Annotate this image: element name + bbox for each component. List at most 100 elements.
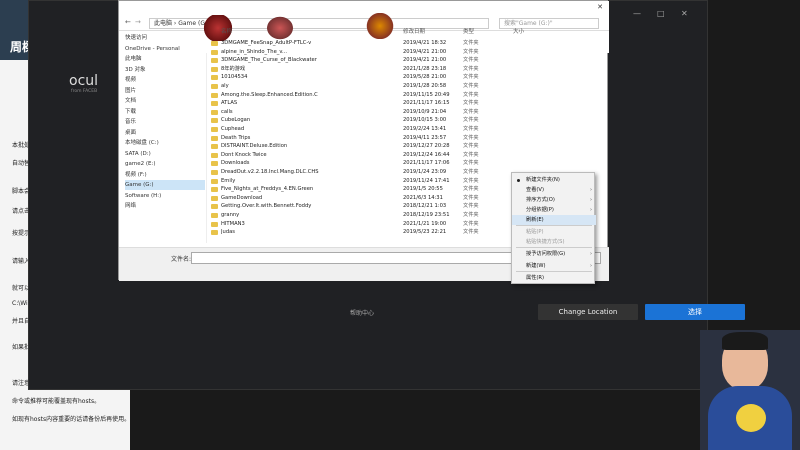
context-menu-item[interactable]: 新建(W) ›	[512, 261, 596, 271]
nav-item[interactable]: 图片	[125, 86, 205, 96]
file-date: 2021/11/17 17:06	[403, 160, 450, 167]
file-row[interactable]: CubeLogan 2019/10/15 3:00 文件夹	[207, 116, 609, 124]
select-button[interactable]: 选择	[645, 304, 745, 320]
file-name: Cuphead	[221, 126, 245, 132]
file-name: HITMAN3	[221, 220, 245, 227]
file-type: 文件夹	[463, 40, 479, 46]
file-date: 2019/12/27 20:28	[403, 143, 450, 150]
nav-item[interactable]: SATA (D:)	[125, 149, 205, 159]
file-name: Getting.Over.It.with.Bennett.Foddy	[221, 203, 312, 210]
folder-icon	[211, 101, 218, 107]
context-menu-label: 属性(R)	[526, 275, 545, 281]
nav-item[interactable]: 快速访问	[125, 33, 205, 43]
back-arrow-icon[interactable]: ←	[125, 18, 131, 26]
file-type: 文件夹	[463, 160, 479, 167]
file-row[interactable]: Downloads 2021/11/17 17:06 文件夹	[207, 159, 609, 167]
change-location-button[interactable]: Change Location	[538, 304, 638, 320]
context-menu-label: 新建文件夹(N)	[526, 177, 560, 183]
context-menu-item[interactable]: 排序方式(O) ›	[512, 195, 596, 205]
nav-item[interactable]: Game (G:)	[125, 180, 205, 190]
column-header: 名称 修改日期 类型 大小	[207, 25, 609, 37]
forward-arrow-icon[interactable]: →	[135, 18, 141, 26]
nav-item[interactable]: 下载	[125, 107, 205, 117]
nav-item[interactable]: 文档	[125, 96, 205, 106]
context-menu-item[interactable]: 刷新(E)	[512, 215, 596, 225]
dialog-close-icon[interactable]: ✕	[597, 3, 603, 11]
file-row[interactable]: ATLAS 2021/11/17 16:15 文件夹	[207, 99, 609, 107]
context-menu-label: 粘贴快捷方式(S)	[526, 239, 565, 245]
file-row[interactable]: 3DMGAME_The_Curse_of_Blackwater 2019/4/21…	[207, 56, 609, 64]
file-name: alpine_in_Shindo_The_v...	[221, 48, 287, 55]
folder-icon	[211, 204, 218, 210]
file-name: Death Trips	[221, 134, 251, 141]
file-name: Emily	[221, 177, 236, 184]
folder-icon	[211, 118, 218, 124]
file-type: 文件夹	[463, 117, 479, 124]
file-row[interactable]: 3DMGAME_FeeSnap_AdultP-FTLC-v 2019/4/21 1…	[207, 39, 609, 47]
nav-item[interactable]: Software (H:)	[125, 191, 205, 201]
document-line: 命令或推荐可能覆盖现有hosts。	[12, 398, 101, 405]
context-menu-item[interactable]: 查看(V) ›	[512, 185, 596, 195]
menu-separator	[516, 271, 592, 272]
menu-separator	[516, 225, 592, 226]
filename-label: 文件名:	[171, 256, 192, 263]
folder-icon	[211, 178, 218, 184]
close-icon[interactable]: ✕	[681, 9, 688, 18]
column-size[interactable]: 大小	[513, 27, 524, 35]
nav-item[interactable]: 3D 对象	[125, 65, 205, 75]
nav-item[interactable]: 视频 (F:)	[125, 170, 205, 180]
folder-icon	[211, 221, 218, 227]
context-menu-item: 粘贴快捷方式(S)	[512, 237, 596, 247]
file-row[interactable]: Death Trips 2019/4/11 23:57 文件夹	[207, 134, 609, 142]
hair	[722, 332, 768, 350]
file-date: 2021/6/3 14:31	[403, 194, 443, 201]
column-date[interactable]: 修改日期	[403, 27, 425, 35]
file-row[interactable]: alpine_in_Shindo_The_v... 2019/4/21 21:00…	[207, 48, 609, 56]
file-date: 2019/4/21 21:00	[403, 57, 447, 64]
help-center-link[interactable]: 帮助中心	[350, 308, 374, 317]
nav-item[interactable]: game2 (E:)	[125, 159, 205, 169]
folder-icon	[211, 58, 218, 64]
file-row[interactable]: Cuphead 2019/2/24 13:41 文件夹	[207, 125, 609, 133]
context-menu-item[interactable]: 分组依据(P) ›	[512, 205, 596, 215]
file-date: 2019/11/24 17:41	[403, 177, 450, 184]
folder-icon	[211, 66, 218, 72]
file-name: Judas	[221, 229, 235, 236]
oculus-sublogo: from FACEB	[71, 89, 98, 94]
file-name: 3DMGAME_FeeSnap_AdultP-FTLC-v	[221, 40, 312, 46]
file-date: 2019/4/11 23:57	[403, 134, 447, 141]
file-name: Downloads	[221, 160, 250, 167]
file-date: 2019/5/28 21:00	[403, 74, 447, 81]
file-row[interactable]: DISTRAINT.Deluxe.Edition 2019/12/27 20:28…	[207, 142, 609, 150]
file-row[interactable]: aly 2019/1/28 20:58 文件夹	[207, 82, 609, 90]
folder-icon	[211, 161, 218, 167]
context-menu-label: 查看(V)	[526, 187, 544, 193]
file-row[interactable]: Among.the.Sleep.Enhanced.Edition.C 2019/1…	[207, 91, 609, 99]
nav-item[interactable]: 网络	[125, 201, 205, 211]
nav-item[interactable]: 桌面	[125, 128, 205, 138]
maximize-icon[interactable]: □	[657, 9, 665, 18]
nav-item[interactable]: OneDrive - Personal	[125, 44, 205, 54]
context-menu: 新建文件夹(N) 查看(V) › 排序方式(O) › 分组依据(P) › 刷新(E) 粘贴(P)…	[511, 172, 596, 284]
nav-item[interactable]: 本地磁盘 (C:)	[125, 138, 205, 148]
file-row[interactable]: 8年的游戏 2021/1/28 23:18 文件夹	[207, 65, 609, 73]
nav-item[interactable]: 此电脑	[125, 54, 205, 64]
nav-item[interactable]: 音乐	[125, 117, 205, 127]
file-row[interactable]: 10104534 2019/5/28 21:00 文件夹	[207, 73, 609, 81]
context-menu-item[interactable]: 属性(R)	[512, 273, 596, 283]
minimize-icon[interactable]: —	[633, 9, 641, 18]
nav-item[interactable]: 视频	[125, 75, 205, 85]
column-name[interactable]: 名称	[221, 27, 232, 35]
context-menu-item[interactable]: 新建文件夹(N)	[512, 175, 596, 185]
column-type[interactable]: 类型	[463, 27, 474, 35]
context-menu-item[interactable]: 授予访问权限(G) ›	[512, 249, 596, 259]
context-menu-label: 粘贴(P)	[526, 229, 544, 235]
file-row[interactable]: calls 2019/10/9 21:04 文件夹	[207, 108, 609, 116]
submenu-arrow-icon: ›	[590, 251, 592, 257]
context-menu-label: 新建(W)	[526, 263, 546, 269]
file-row[interactable]: Dont Knock Twice 2019/12/24 16:44 文件夹	[207, 151, 609, 159]
folder-icon	[211, 187, 218, 193]
file-type: 文件夹	[463, 91, 479, 98]
radio-dot-icon	[517, 178, 520, 182]
file-type: 文件夹	[463, 169, 479, 175]
